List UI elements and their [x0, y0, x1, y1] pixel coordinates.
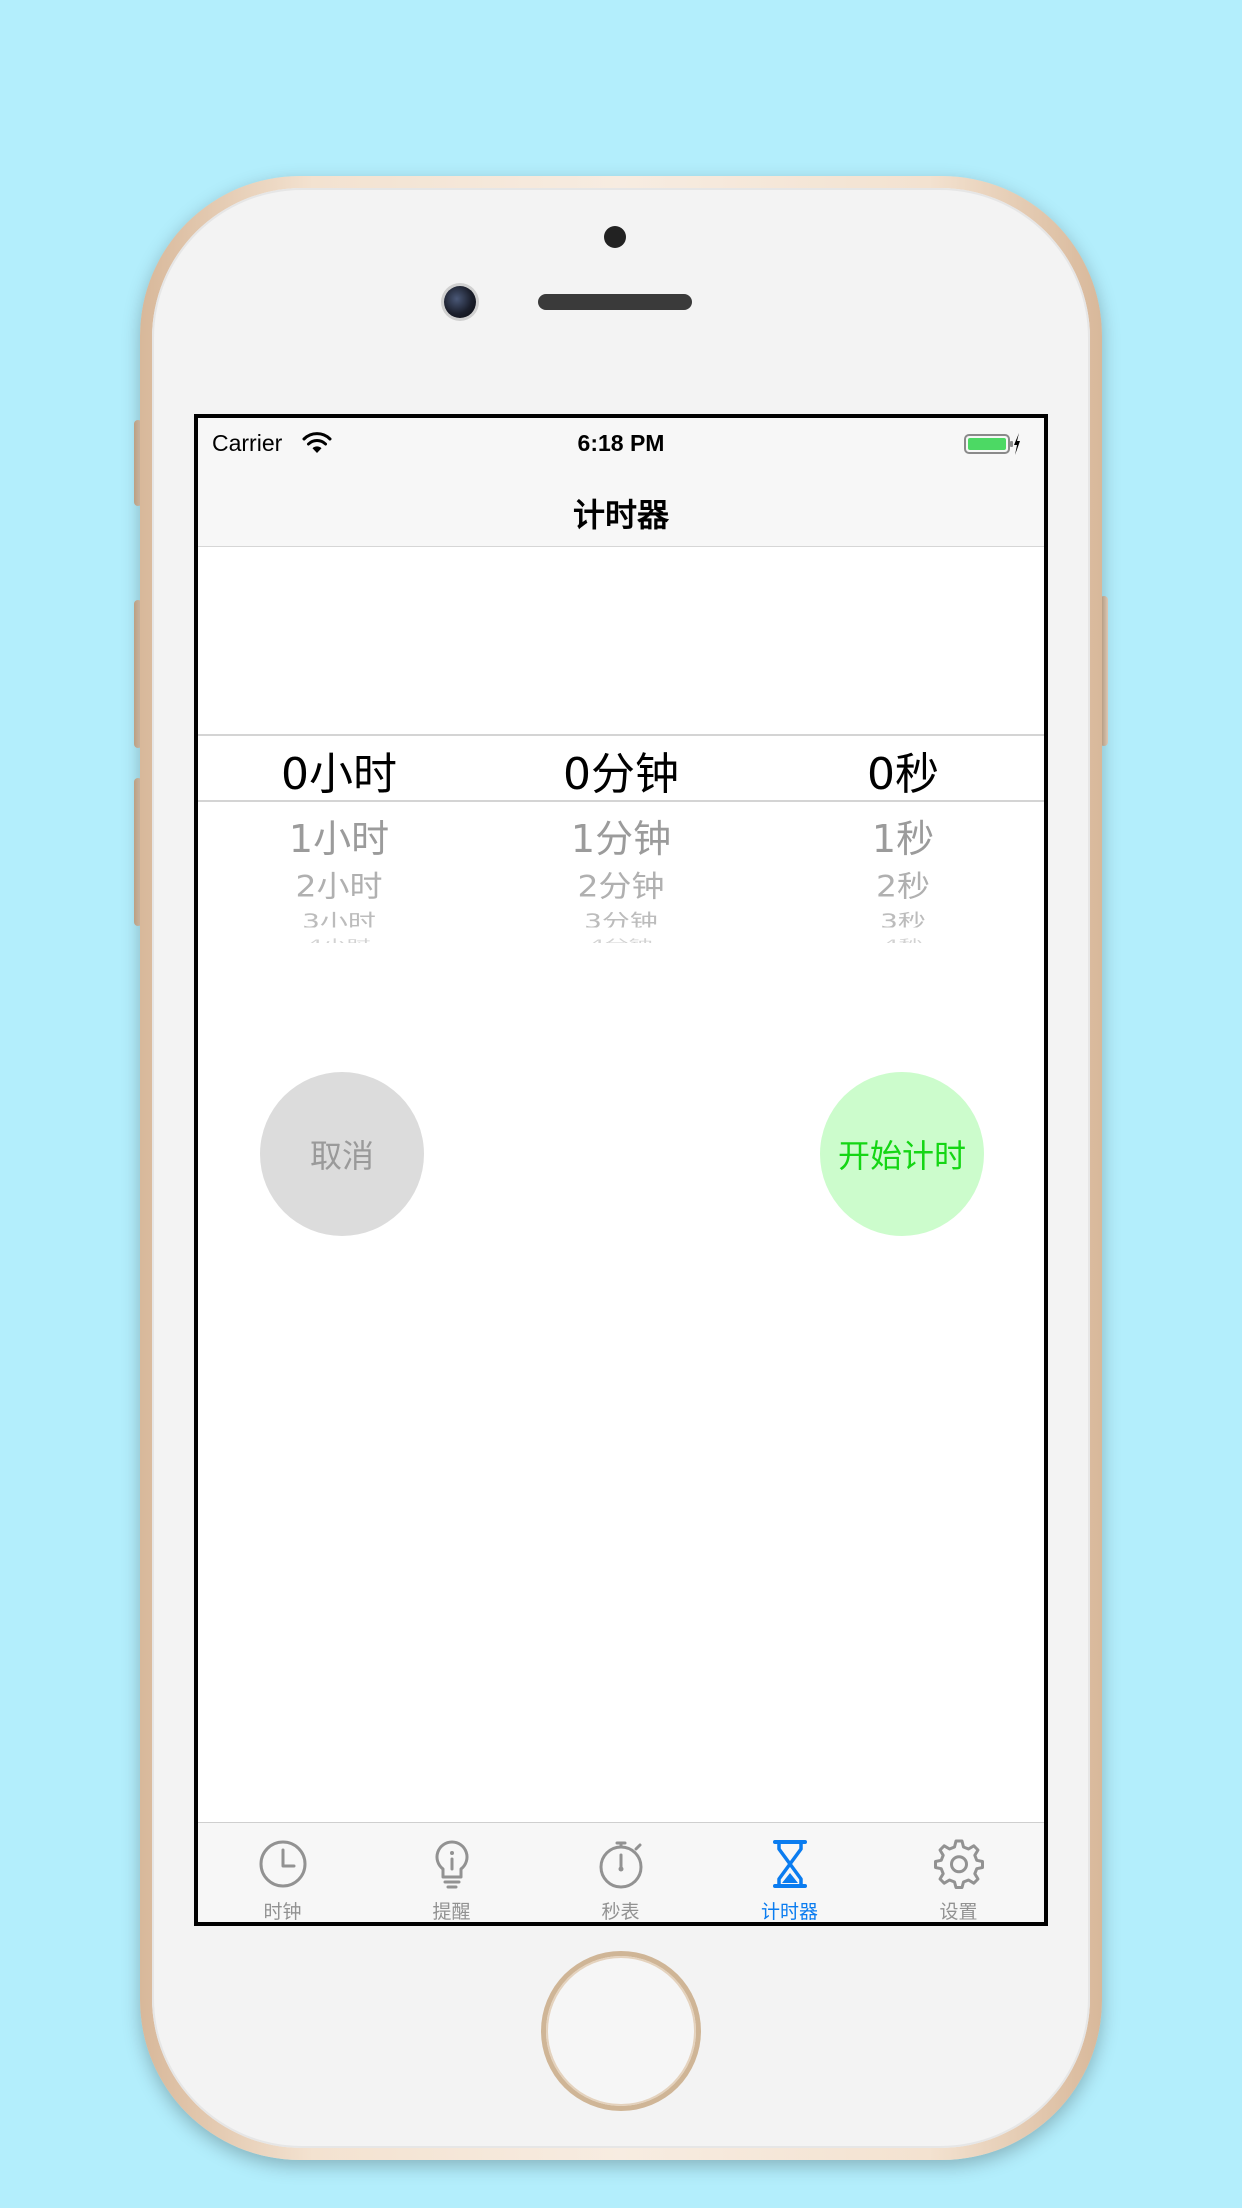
lightbulb-icon	[435, 1840, 469, 1889]
earpiece-speaker	[538, 294, 692, 310]
app-screen: Carrier 6:18 PM 计时器 0小时 1小时 2小时 3小时 0分钟 …	[198, 418, 1044, 1922]
hours-option[interactable]: 1小时	[198, 808, 480, 863]
hours-option[interactable]: 2小时	[198, 862, 480, 905]
seconds-wheel[interactable]: 0秒 1秒 2秒 3秒 4秒	[762, 738, 1044, 988]
minutes-option[interactable]: 1分钟	[480, 808, 762, 863]
hours-option-selected[interactable]: 0小时	[198, 738, 480, 802]
battery-icon	[964, 433, 1020, 455]
seconds-option[interactable]: 3秒	[762, 907, 1044, 928]
status-bar: Carrier 6:18 PM	[198, 418, 1044, 472]
tab-label: 秒表	[601, 1901, 640, 1922]
tab-clock[interactable]: 时钟	[198, 1823, 367, 1922]
picker-selection-top-line	[198, 734, 1044, 736]
minutes-wheel[interactable]: 0分钟 1分钟 2分钟 3分钟 4分钟	[480, 738, 762, 988]
minutes-option[interactable]: 4分钟	[480, 935, 762, 943]
minutes-option[interactable]: 3分钟	[480, 907, 762, 928]
gear-icon	[934, 1839, 984, 1889]
navigation-bar: 计时器	[198, 472, 1044, 547]
minutes-option-selected[interactable]: 0分钟	[480, 738, 762, 802]
tab-label: 设置	[939, 1901, 978, 1922]
hours-option[interactable]: 3小时	[198, 907, 480, 928]
proximity-sensor	[604, 226, 626, 248]
start-timer-button[interactable]: 开始计时	[820, 1072, 984, 1236]
seconds-option[interactable]: 4秒	[762, 935, 1044, 943]
front-camera	[444, 286, 476, 318]
stopwatch-icon	[599, 1841, 643, 1889]
clock-icon	[259, 1840, 307, 1888]
tab-settings[interactable]: 设置	[874, 1823, 1043, 1922]
hours-option[interactable]: 4小时	[198, 935, 480, 943]
tab-bar: 时钟 提醒 秒表 计时器 设置	[198, 1822, 1044, 1922]
hours-wheel[interactable]: 0小时 1小时 2小时 3小时 4小时	[198, 738, 480, 988]
hourglass-icon	[773, 1840, 807, 1888]
seconds-option[interactable]: 1秒	[762, 808, 1044, 863]
status-time: 6:18 PM	[577, 430, 665, 456]
time-picker[interactable]: 0小时 1小时 2小时 3小时 4小时 0分钟 1分钟 2分钟 3分钟 4分钟 …	[198, 734, 1044, 988]
tab-reminder[interactable]: 提醒	[367, 1823, 536, 1922]
phone-screen: Carrier 6:18 PM 计时器 0小时 1小时 2小时 3小时 0分钟 …	[194, 414, 1048, 1926]
tab-label: 提醒	[432, 1901, 471, 1922]
seconds-option[interactable]: 2秒	[762, 862, 1044, 905]
home-button[interactable]	[546, 1956, 696, 2106]
minutes-option[interactable]: 2分钟	[480, 862, 762, 905]
seconds-option-selected[interactable]: 0秒	[762, 738, 1044, 802]
cancel-button[interactable]: 取消	[260, 1072, 424, 1236]
tab-stopwatch[interactable]: 秒表	[536, 1823, 705, 1922]
tab-label: 时钟	[263, 1901, 302, 1922]
tab-label: 计时器	[760, 1901, 818, 1922]
page-title: 计时器	[572, 496, 669, 534]
tab-timer[interactable]: 计时器	[705, 1823, 874, 1922]
